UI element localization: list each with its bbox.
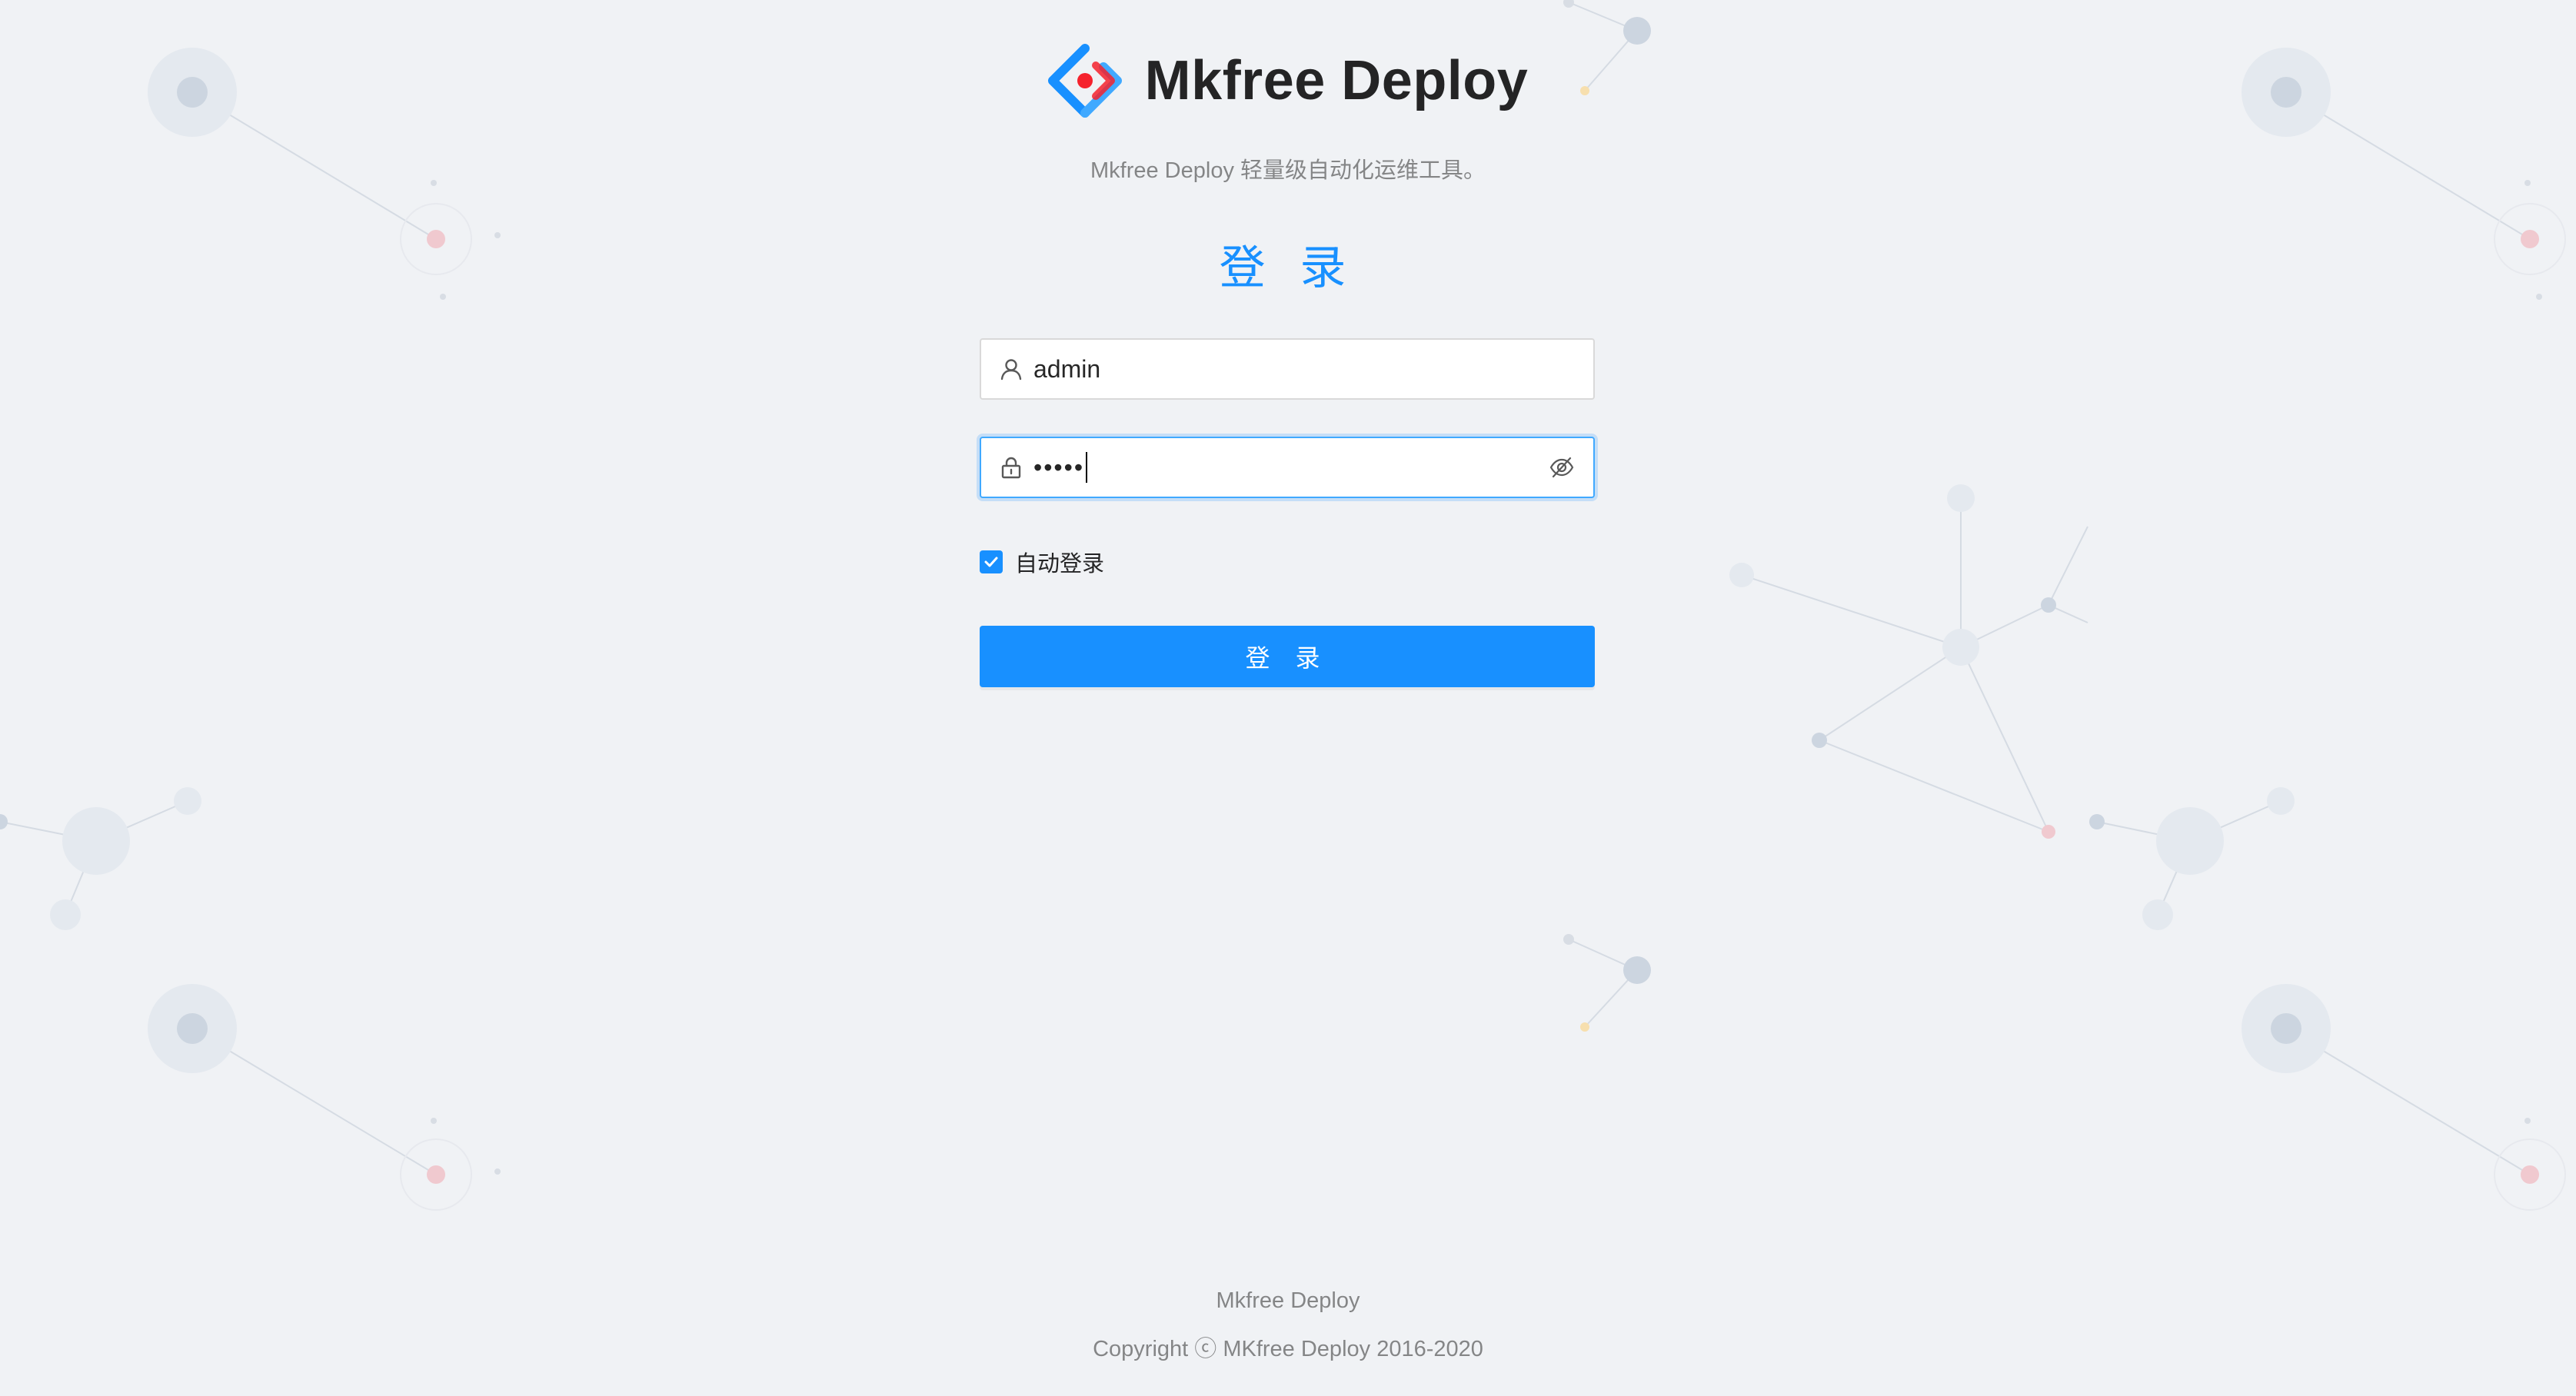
password-input[interactable]: ••••• [1033, 452, 1538, 483]
eye-invisible-icon[interactable] [1547, 453, 1576, 482]
user-icon [998, 356, 1024, 382]
footer-name: Mkfree Deploy [1216, 1288, 1360, 1313]
username-field[interactable] [980, 338, 1595, 400]
background-network [0, 0, 2566, 1211]
logo-icon [1047, 44, 1122, 118]
brand: Mkfree Deploy [1047, 38, 1529, 123]
auto-login-checkbox[interactable]: 自动登录 [980, 546, 1595, 578]
check-icon [984, 557, 998, 567]
checkbox-box[interactable] [980, 550, 1003, 573]
lock-icon [998, 454, 1024, 480]
login-button[interactable]: 登 录 [980, 626, 1595, 687]
login-form: ••••• 自动登录 登 录 [980, 338, 1595, 687]
app-title: Mkfree Deploy [1144, 50, 1529, 111]
footer: Mkfree Deploy Copyright ⓒ MKfree Deploy … [0, 1288, 2576, 1363]
app-subtitle: Mkfree Deploy 轻量级自动化运维工具。 [1090, 158, 1486, 183]
footer-copyright: Copyright ⓒ MKfree Deploy 2016-2020 [1093, 1337, 1483, 1361]
login-title: 登 录 [1219, 242, 1357, 294]
username-input[interactable] [1033, 346, 1576, 392]
header: Mkfree Deploy Mkfree Deploy 轻量级自动化运维工具。 [0, 38, 2576, 184]
text-caret [1086, 452, 1088, 483]
auto-login-label: 自动登录 [1015, 552, 1105, 577]
password-masked-value: ••••• [1033, 453, 1085, 481]
password-field[interactable]: ••••• [980, 437, 1595, 498]
